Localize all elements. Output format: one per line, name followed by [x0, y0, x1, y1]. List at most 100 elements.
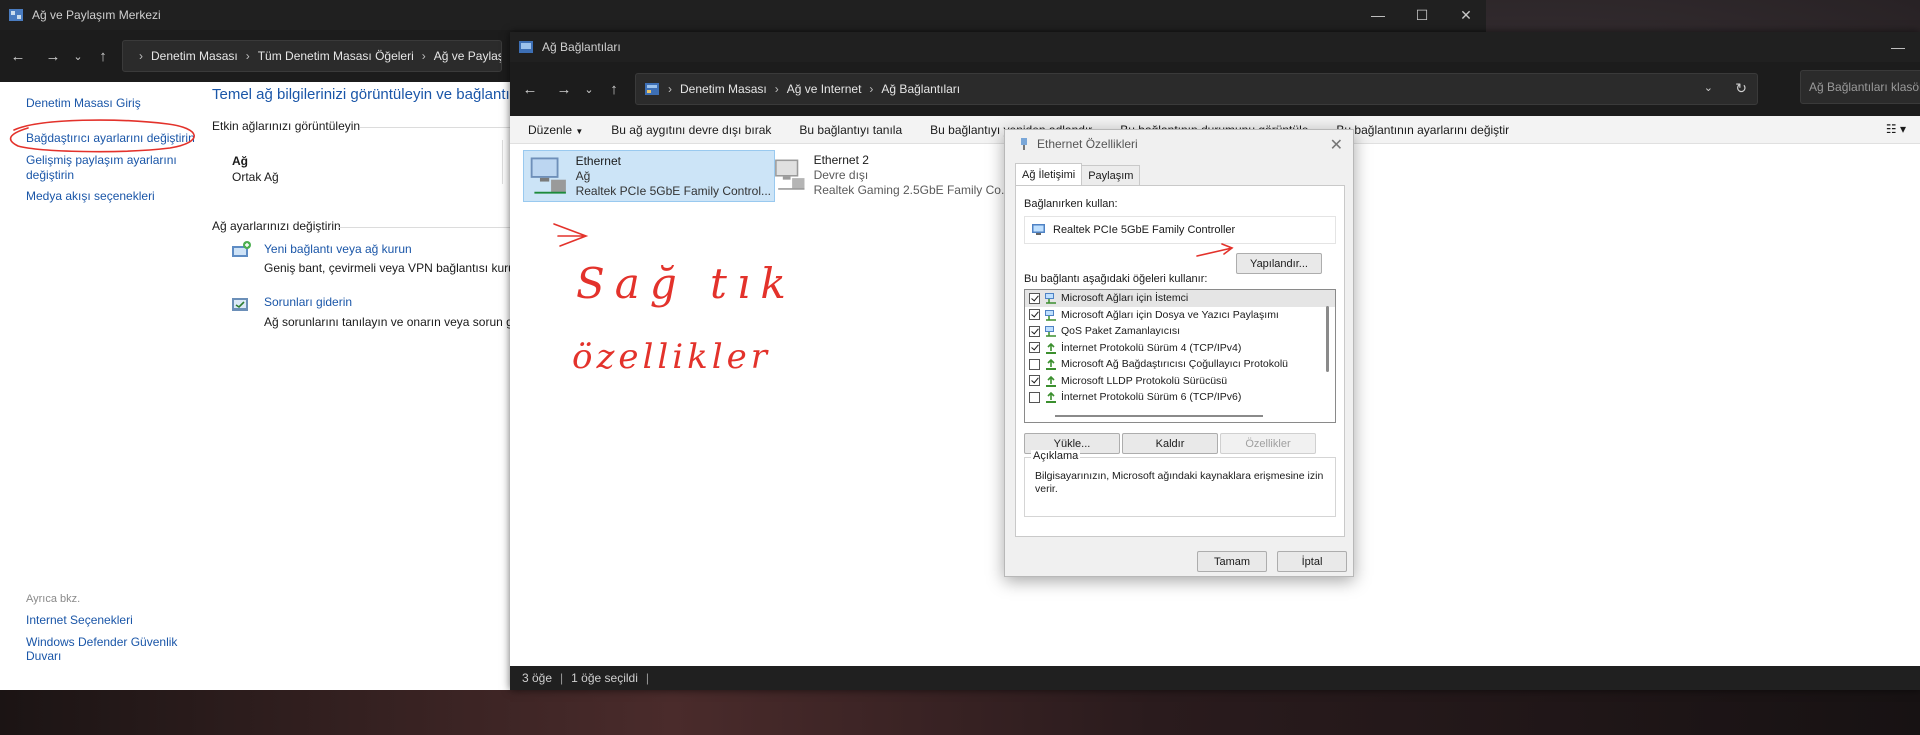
breadcrumb-item[interactable]: Ağ ve Internet	[787, 82, 862, 96]
chevron-down-icon[interactable]: ⌄	[68, 41, 88, 71]
control-panel-home-link[interactable]: Denetim Masası Giriş	[26, 96, 141, 111]
checkbox[interactable]	[1029, 325, 1040, 337]
chevron-down-icon[interactable]: ⌄	[579, 74, 599, 104]
breadcrumb-item[interactable]: Denetim Masası	[680, 82, 767, 96]
list-item[interactable]: İnternet Protokolü Sürüm 4 (TCP/IPv4)	[1025, 340, 1335, 357]
network-client-icon	[1045, 293, 1056, 304]
list-item[interactable]: Microsoft Ağ Bağdaştırıcısı Çoğullayıcı …	[1025, 356, 1335, 373]
configure-button[interactable]: Yapılandır...	[1236, 253, 1322, 274]
minimize-button[interactable]: —	[1876, 32, 1920, 62]
desktop-wallpaper-strip	[0, 690, 1920, 735]
view-options-icon[interactable]: ☷ ▾	[1886, 122, 1906, 136]
new-connection-icon	[232, 241, 251, 257]
checkbox[interactable]	[1029, 358, 1040, 370]
dialog-titlebar: Ethernet Özellikleri	[1005, 130, 1353, 158]
list-item-label: Microsoft Ağları için Dosya ve Yazıcı Pa…	[1061, 308, 1279, 321]
list-item[interactable]: QoS Paket Zamanlayıcısı	[1025, 323, 1335, 340]
list-item[interactable]: İnternet Protokolü Sürüm 6 (TCP/IPv6)	[1025, 389, 1335, 406]
connection-name: Ethernet 2	[813, 153, 869, 167]
address-bar[interactable]: › Denetim Masası › Ağ ve Internet › Ağ B…	[635, 73, 1758, 105]
breadcrumb-item[interactable]: Denetim Masası	[151, 49, 238, 63]
address-dropdown-icon[interactable]: ⌄	[1704, 81, 1713, 94]
window-title: Ağ Bağlantıları	[542, 40, 621, 54]
maximize-button[interactable]: ☐	[1400, 0, 1444, 30]
list-item[interactable]: Microsoft Ağları için Dosya ve Yazıcı Pa…	[1025, 307, 1335, 324]
titlebar: Ağ Bağlantıları	[510, 32, 1920, 62]
minimize-button[interactable]: —	[1356, 0, 1400, 30]
advanced-sharing-link[interactable]: Gelişmiş paylaşım ayarlarını	[26, 153, 177, 168]
checkbox[interactable]	[1029, 342, 1040, 354]
ethernet-properties-dialog: Ethernet Özellikleri ✕ Ağ İletişimi Payl…	[1004, 129, 1354, 577]
defender-firewall-link-line2[interactable]: Duvarı	[26, 649, 61, 664]
network-type: Ortak Ağ	[232, 170, 279, 184]
control-panel-icon	[645, 83, 659, 95]
window-title: Ağ ve Paylaşım Merkezi	[32, 8, 161, 22]
search-input[interactable]: Ağ Bağlantıları klasörün	[1800, 70, 1920, 104]
internet-options-link[interactable]: Internet Seçenekleri	[26, 613, 133, 628]
address-bar[interactable]: › Denetim Masası › Tüm Denetim Masası Öğ…	[122, 40, 502, 72]
status-divider: |	[560, 671, 564, 685]
status-bar: 3 öğe | 1 öğe seçildi |	[510, 666, 1920, 690]
ethernet-plug-icon	[1021, 138, 1027, 150]
disable-device-command[interactable]: Bu ağ aygıtını devre dışı bırak	[611, 123, 771, 137]
vertical-scrollbar[interactable]	[1326, 306, 1329, 372]
description-legend: Açıklama	[1031, 450, 1081, 462]
network-adapter-icon	[1032, 224, 1045, 235]
new-connection-link[interactable]: Yeni bağlantı veya ağ kurun	[264, 242, 412, 256]
item-count: 3 öğe	[522, 671, 553, 685]
properties-button[interactable]: Özellikler	[1220, 433, 1316, 454]
back-arrow-icon[interactable]: ←	[3, 41, 33, 71]
list-item-label: QoS Paket Zamanlayıcısı	[1061, 325, 1181, 338]
connect-using-label: Bağlanırken kullan:	[1024, 198, 1118, 210]
troubleshoot-link[interactable]: Sorunları giderin	[264, 295, 352, 309]
connection-ethernet-2[interactable]: Ethernet 2 Devre dışı Realtek Gaming 2.5…	[769, 150, 1014, 202]
forward-arrow-icon[interactable]: →	[549, 74, 579, 104]
network-name: Ağ	[232, 154, 248, 168]
organize-menu[interactable]: Düzenle ▼	[528, 123, 583, 137]
up-arrow-icon[interactable]: ↑	[599, 74, 629, 104]
uninstall-button[interactable]: Kaldır	[1122, 433, 1218, 454]
tab-networking[interactable]: Ağ İletişimi	[1015, 163, 1083, 185]
checkbox[interactable]	[1029, 375, 1040, 387]
horizontal-scrollbar[interactable]	[1055, 415, 1263, 417]
checkbox[interactable]	[1029, 292, 1040, 304]
breadcrumb-item[interactable]: Ağ Bağlantıları	[881, 82, 960, 96]
network-center-icon	[9, 9, 23, 21]
connection-ethernet[interactable]: Ethernet Ağ Realtek PCIe 5GbE Family Con…	[523, 150, 775, 202]
adapter-display: Realtek PCIe 5GbE Family Controller	[1024, 216, 1336, 244]
components-list[interactable]: Microsoft Ağları için İstemci Microsoft A…	[1024, 289, 1336, 423]
cancel-button[interactable]: İptal	[1277, 551, 1347, 572]
forward-arrow-icon[interactable]: →	[38, 41, 68, 71]
ethernet-adapter-disabled-icon	[775, 159, 805, 190]
change-adapter-settings-link[interactable]: Bağdaştırıcı ayarlarını değiştirin	[26, 131, 195, 146]
protocol-icon	[1046, 392, 1056, 404]
close-button[interactable]: ✕	[1444, 0, 1488, 30]
breadcrumb-item[interactable]: Ağ ve Paylaşım	[434, 49, 501, 63]
networking-tab-panel: Bağlanırken kullan: Realtek PCIe 5GbE Fa…	[1015, 185, 1345, 537]
media-streaming-link[interactable]: Medya akışı seçenekleri	[26, 189, 155, 204]
list-item[interactable]: Microsoft LLDP Protokolü Sürücüsü	[1025, 373, 1335, 390]
list-item[interactable]: Microsoft Ağları için İstemci	[1025, 290, 1335, 307]
list-item-label: İnternet Protokolü Sürüm 4 (TCP/IPv4)	[1061, 341, 1242, 354]
up-arrow-icon[interactable]: ↑	[88, 41, 118, 71]
back-arrow-icon[interactable]: ←	[515, 74, 545, 104]
task-sidebar: Denetim Masası Giriş Bağdaştırıcı ayarla…	[0, 82, 200, 690]
protocol-icon	[1046, 375, 1056, 387]
items-label: Bu bağlantı aşağıdaki öğeleri kullanır:	[1024, 273, 1208, 285]
change-settings-command[interactable]: Bu bağlantının ayarlarını değiştir	[1336, 123, 1509, 137]
dialog-close-button[interactable]: ✕	[1330, 135, 1343, 155]
refresh-icon[interactable]: ↻	[1735, 80, 1747, 97]
change-settings-heading: Ağ ayarlarınızı değiştirin	[212, 219, 341, 233]
diagnose-command[interactable]: Bu bağlantıyı tanıla	[799, 123, 902, 137]
breadcrumb-separator: ›	[245, 49, 250, 63]
selected-count: 1 öğe seçildi	[571, 671, 638, 685]
tab-sharing[interactable]: Paylaşım	[1081, 165, 1141, 185]
checkbox[interactable]	[1029, 391, 1040, 403]
breadcrumb-item[interactable]: Tüm Denetim Masası Öğeleri	[258, 49, 414, 63]
advanced-sharing-link-line2[interactable]: değiştirin	[26, 168, 74, 183]
defender-firewall-link[interactable]: Windows Defender Güvenlik	[26, 635, 177, 650]
breadcrumb-separator: ›	[668, 82, 672, 96]
network-connections-icon	[519, 41, 533, 53]
ok-button[interactable]: Tamam	[1197, 551, 1267, 572]
checkbox[interactable]	[1029, 309, 1040, 321]
